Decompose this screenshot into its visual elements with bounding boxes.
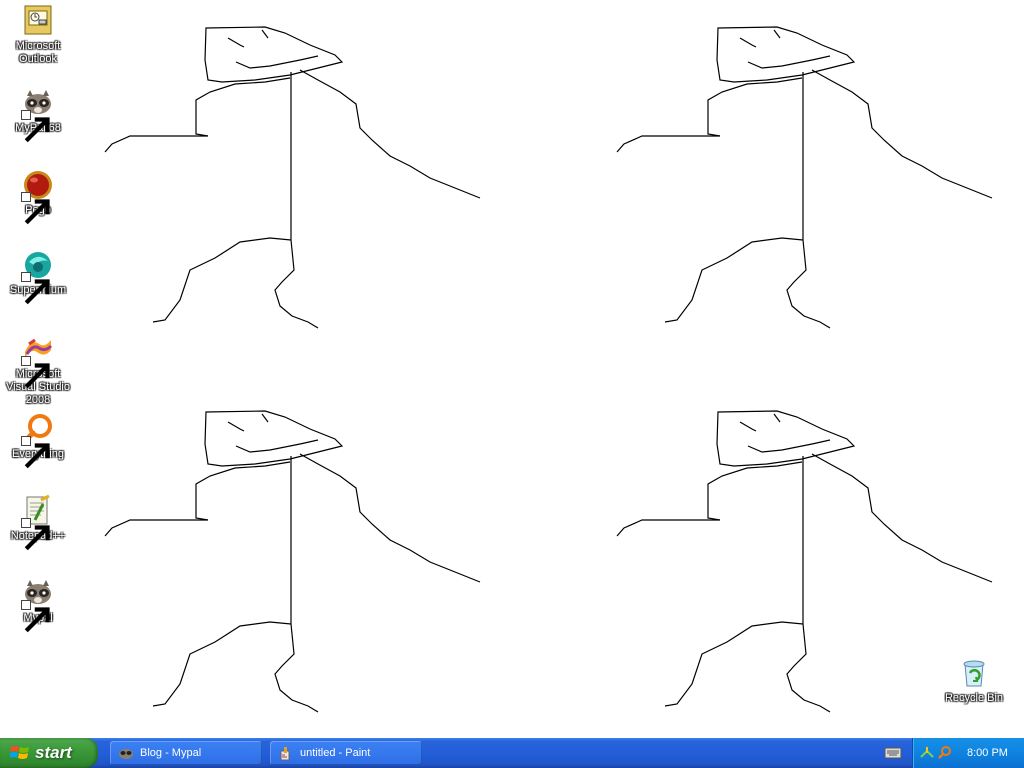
desktop-icon-recycle-bin[interactable]: Recycle Bin xyxy=(936,656,1012,705)
shortcut-arrow-icon xyxy=(21,518,50,551)
taskbar: start Blog - Mypal untitled - Paint 8:00 xyxy=(0,738,1024,768)
shortcut-arrow-icon xyxy=(21,192,50,225)
start-label: start xyxy=(35,743,72,762)
desktop-icon-everything[interactable]: Everything xyxy=(0,412,76,469)
recycle-bin-icon xyxy=(963,660,985,687)
start-button[interactable]: start xyxy=(0,738,98,768)
network-icon[interactable] xyxy=(919,745,935,761)
taskbar-button-blog-mypal[interactable]: Blog - Mypal xyxy=(110,741,262,765)
sketch-top-right xyxy=(616,26,993,329)
desktop-icon-notepad-plus-plus[interactable]: Notepad++ xyxy=(0,494,76,551)
sketch-top-left xyxy=(104,26,481,329)
taskbar-button-label: untitled - Paint xyxy=(300,747,371,759)
taskbar-button-label: Blog - Mypal xyxy=(140,747,202,759)
outlook-icon xyxy=(24,5,52,35)
shortcut-arrow-icon xyxy=(21,600,50,633)
keyboard-icon[interactable] xyxy=(884,746,902,760)
desktop-icon-microsoft-outlook[interactable]: Microsoft Outlook xyxy=(0,4,76,66)
desktop-icon-label: Microsoft Outlook xyxy=(15,40,61,65)
windows-logo-icon xyxy=(10,746,29,759)
desktop-wallpaper xyxy=(104,26,993,713)
shortcut-arrow-icon xyxy=(21,436,50,469)
sketch-bottom-left xyxy=(104,410,481,713)
taskbar-button-untitled-paint[interactable]: untitled - Paint xyxy=(270,741,422,765)
desktop-icon-label: Recycle Bin xyxy=(944,692,1004,704)
desktop-icon-supermium[interactable]: Supermium xyxy=(0,248,76,305)
desktop-icon-visual-studio-2008[interactable]: Microsoft Visual Studio 2008 xyxy=(0,332,76,407)
paint-icon xyxy=(280,747,290,761)
desktop-icon-mypal[interactable]: Mypal xyxy=(0,576,76,633)
raccoon-icon xyxy=(119,749,133,759)
desktop-icon-mypal-68[interactable]: MyPal 68 xyxy=(0,86,76,143)
tray-clock[interactable]: 8:00 PM xyxy=(967,747,1008,759)
system-tray: 8:00 PM xyxy=(912,738,1024,768)
shortcut-arrow-icon xyxy=(21,356,50,389)
shortcut-arrow-icon xyxy=(21,272,50,305)
shortcut-arrow-icon xyxy=(21,110,50,143)
search-icon[interactable] xyxy=(937,745,953,761)
desktop-icon-pego[interactable]: Pego xyxy=(0,168,76,225)
